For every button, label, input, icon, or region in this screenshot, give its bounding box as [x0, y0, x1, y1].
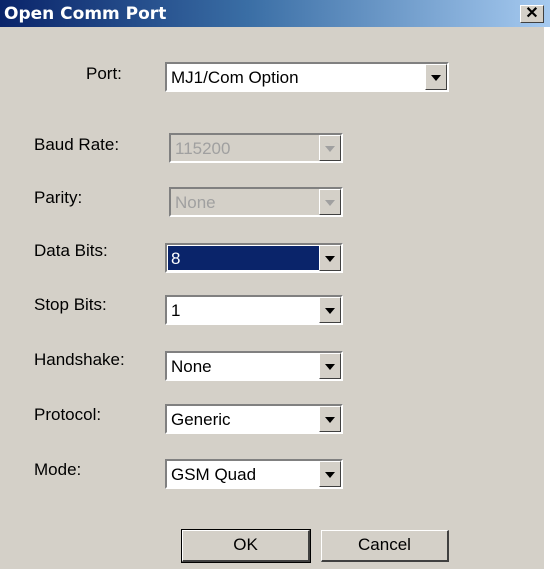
chevron-down-icon[interactable] [319, 297, 341, 323]
title-bar[interactable]: Open Comm Port ✕ [0, 0, 550, 27]
chevron-down-icon[interactable] [319, 406, 341, 432]
stop-bits-select[interactable]: 1 [165, 295, 343, 325]
window-edge [544, 27, 550, 569]
protocol-label: Protocol: [34, 405, 102, 424]
stop-bits-value: 1 [171, 301, 181, 320]
handshake-label: Handshake: [34, 350, 125, 369]
baud-rate-value: 115200 [175, 139, 231, 158]
baud-rate-label: Baud Rate: [34, 135, 120, 154]
data-bits-label: Data Bits: [34, 241, 108, 260]
chevron-down-icon[interactable] [319, 353, 341, 379]
chevron-down-icon [319, 189, 341, 215]
protocol-value: Generic [171, 410, 231, 429]
mode-label: Mode: [34, 460, 82, 479]
handshake-select[interactable]: None [165, 351, 343, 381]
close-icon: ✕ [525, 5, 539, 22]
parity-label: Parity: [34, 188, 83, 207]
cancel-button[interactable]: Cancel [321, 530, 449, 562]
mode-value: GSM Quad [171, 465, 257, 484]
data-bits-select[interactable]: 8 [165, 243, 343, 273]
ok-button[interactable]: OK [181, 529, 311, 563]
port-select[interactable]: MJ1/Com Option [165, 62, 449, 92]
dialog-body: Port: MJ1/Com Option Baud Rate: 115200 P… [0, 27, 544, 569]
chevron-down-icon[interactable] [319, 245, 341, 271]
handshake-value: None [171, 357, 212, 376]
parity-value: None [175, 193, 216, 212]
close-button[interactable]: ✕ [520, 5, 544, 23]
port-value: MJ1/Com Option [171, 68, 299, 87]
mode-select[interactable]: GSM Quad [165, 459, 343, 489]
protocol-select[interactable]: Generic [165, 404, 343, 434]
stop-bits-label: Stop Bits: [34, 295, 107, 314]
chevron-down-icon [319, 135, 341, 161]
chevron-down-icon[interactable] [425, 64, 447, 90]
parity-select: None [169, 187, 343, 217]
data-bits-value: 8 [168, 246, 319, 270]
port-label: Port: [86, 64, 122, 83]
chevron-down-icon[interactable] [319, 461, 341, 487]
window-title: Open Comm Port [4, 4, 167, 24]
baud-rate-select: 115200 [169, 133, 343, 163]
